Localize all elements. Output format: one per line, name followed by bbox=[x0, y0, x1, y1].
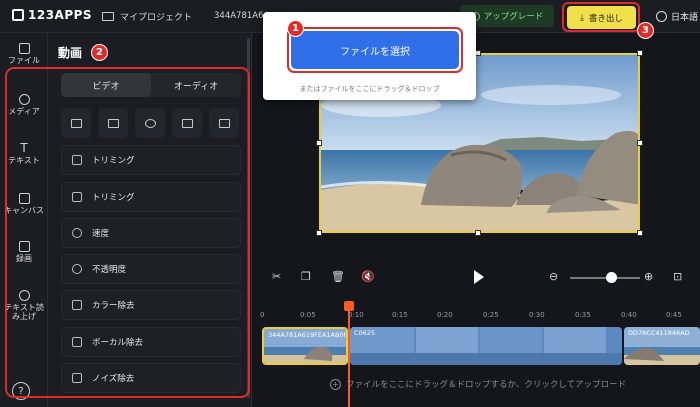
project-name[interactable]: 344A781A61 bbox=[214, 11, 264, 21]
fit-timeline-icon[interactable]: ⊡ bbox=[673, 270, 682, 283]
resize-handle[interactable] bbox=[637, 230, 643, 236]
drag-drop-hint: またはファイルをここにドラッグ＆ドロップ bbox=[299, 85, 440, 93]
panel-title: 動画 bbox=[58, 46, 83, 60]
export-highlight-frame bbox=[562, 2, 640, 32]
choose-file-highlight-frame bbox=[287, 27, 463, 73]
mute-icon[interactable]: 🔇 bbox=[361, 270, 375, 283]
timeline-tick: 0:25 bbox=[483, 311, 499, 319]
timeline-tick: 0:30 bbox=[529, 311, 545, 319]
resize-handle[interactable] bbox=[316, 140, 322, 146]
timeline-tick: 0:15 bbox=[392, 311, 408, 319]
folder-icon bbox=[18, 43, 30, 54]
step-badge-1: 1 bbox=[287, 20, 304, 37]
timeline-clip[interactable]: C0625 bbox=[350, 327, 622, 365]
resize-handle[interactable] bbox=[637, 50, 643, 56]
globe-icon bbox=[656, 11, 667, 22]
playhead-handle[interactable] bbox=[344, 301, 354, 311]
upload-drop-zone[interactable]: + ファイルをここにドラッグ＆ドロップするか、クリックしてアップロード bbox=[330, 378, 626, 390]
folder-icon bbox=[102, 12, 114, 21]
timeline-clip[interactable]: DD76CC411846AD bbox=[624, 327, 700, 365]
playhead[interactable] bbox=[348, 303, 350, 407]
timeline-clip[interactable]: 344A781A619FEA1AB0F bbox=[262, 327, 348, 365]
step-badge-3: 3 bbox=[637, 22, 654, 39]
plus-icon: + bbox=[330, 378, 341, 390]
cut-icon[interactable]: ✂ bbox=[272, 270, 281, 283]
timeline-tick: 0:45 bbox=[666, 311, 682, 319]
my-projects-link[interactable]: マイプロジェクト bbox=[102, 10, 192, 23]
zoom-slider-knob[interactable] bbox=[606, 272, 617, 283]
timeline-tick: 0:40 bbox=[621, 311, 637, 319]
panel-highlight-frame bbox=[5, 67, 250, 398]
resize-handle[interactable] bbox=[475, 230, 481, 236]
logo-icon bbox=[12, 9, 24, 21]
delete-icon[interactable]: 🗑 bbox=[331, 270, 345, 283]
zoom-slider[interactable] bbox=[570, 277, 640, 279]
duplicate-icon[interactable]: ❐ bbox=[301, 270, 311, 283]
language-selector[interactable]: 日本語 bbox=[656, 10, 698, 23]
timeline-tick: 0:20 bbox=[437, 311, 453, 319]
app-logo[interactable]: 123APPS bbox=[12, 8, 92, 22]
timeline-tick: 0:35 bbox=[575, 311, 591, 319]
resize-handle[interactable] bbox=[637, 140, 643, 146]
zoom-out-icon[interactable]: ⊖ bbox=[549, 270, 558, 283]
rail-item-file[interactable]: ファイル bbox=[0, 43, 48, 66]
timeline-tick: 0:10 bbox=[348, 311, 364, 319]
timeline-tick: 0 bbox=[260, 311, 265, 319]
step-badge-2: 2 bbox=[91, 44, 108, 61]
clip-thumbnail bbox=[350, 327, 622, 365]
play-icon[interactable] bbox=[474, 270, 484, 284]
resize-handle[interactable] bbox=[316, 230, 322, 236]
timeline-tick: 0:05 bbox=[300, 311, 316, 319]
zoom-in-icon[interactable]: ⊕ bbox=[644, 270, 653, 283]
